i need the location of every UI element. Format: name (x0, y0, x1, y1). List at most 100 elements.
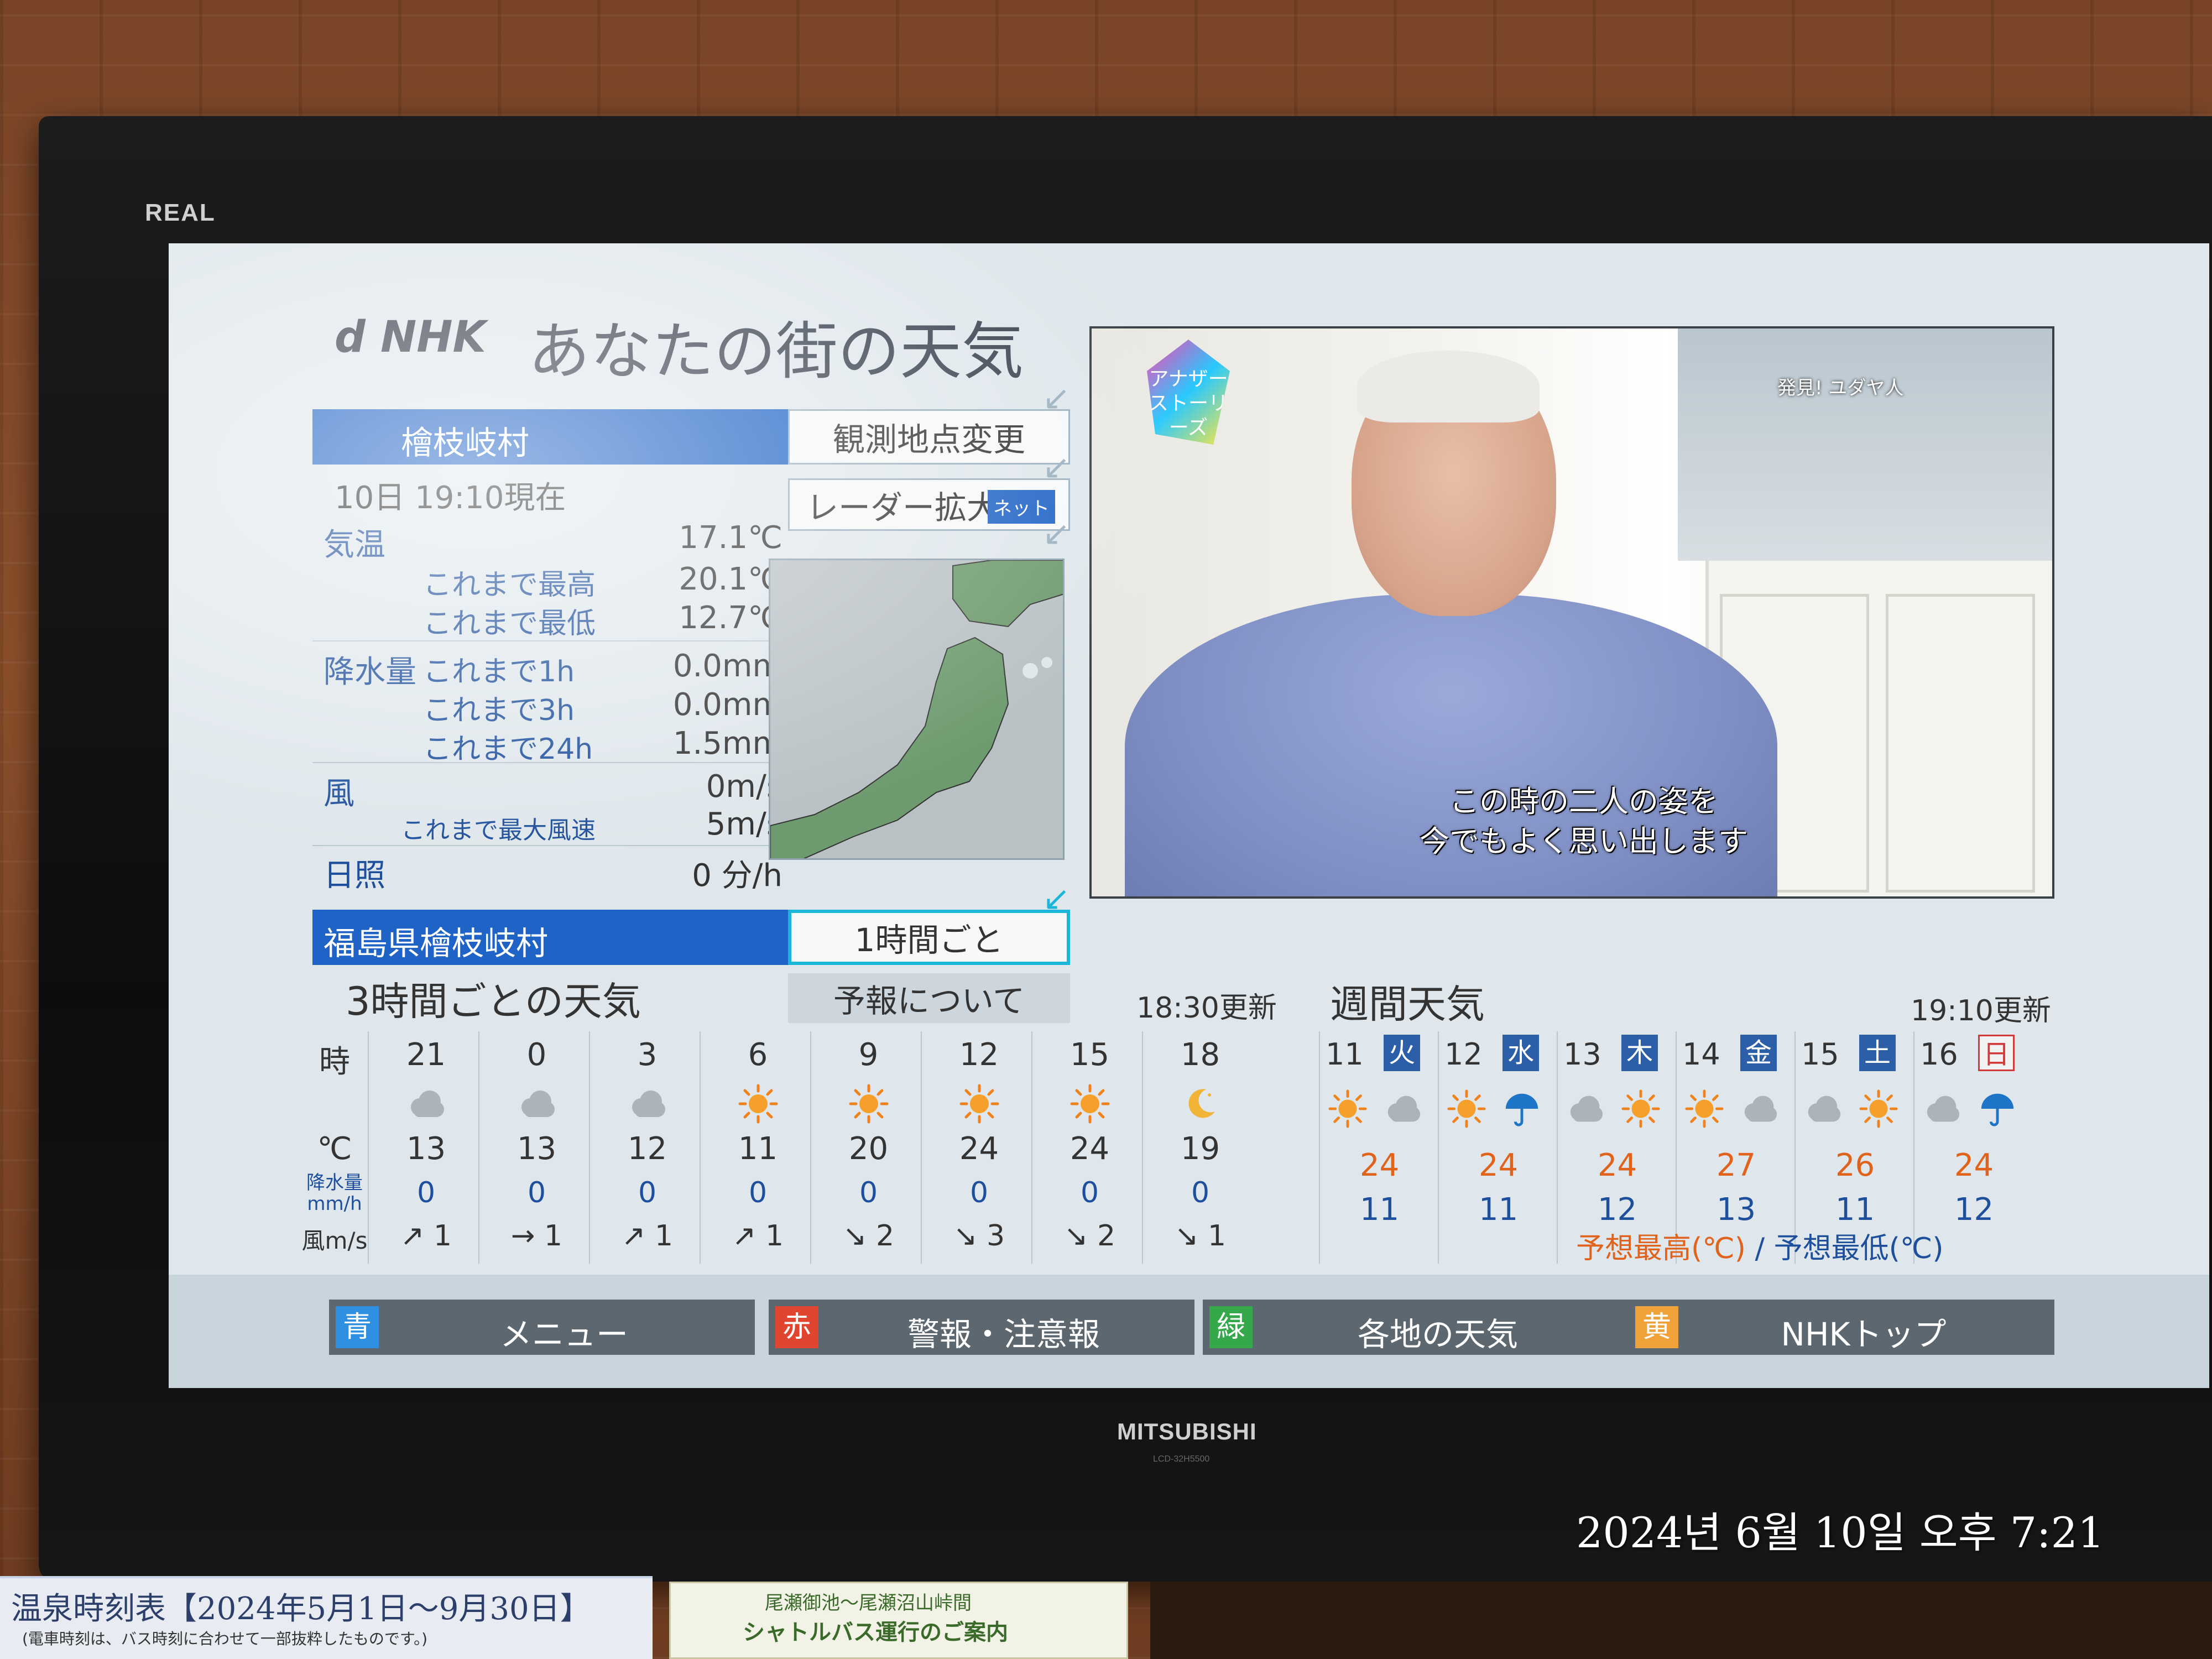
tv-screen: d NHK あなたの街の天気 檜枝岐村 観測地点変更 ↙ レーダー拡大 ネット … (169, 243, 2209, 1388)
sunny-icon (1859, 1089, 1898, 1128)
wind-max-label: これまで最大風速 (401, 816, 596, 844)
hourly-temp: 24 (959, 1131, 999, 1167)
sunshine-block: 日照 0 分/h (312, 846, 794, 894)
hourly-wind-speed: 2 (1097, 1219, 1116, 1253)
about-forecast-button[interactable]: 予報について (788, 973, 1070, 1023)
hourly-column: 15 24 0 ↘ 2 (1031, 1031, 1146, 1264)
program-logo: アナザー ストーリーズ (1147, 340, 1230, 445)
hourly-column: 18 19 0 ↘ 1 (1142, 1031, 1256, 1264)
hourly-precip: 0 (638, 1176, 657, 1209)
hourly-temp: 13 (517, 1131, 557, 1167)
video-window (1678, 328, 2052, 561)
corner-arrow-icon: ↙ (1042, 448, 1071, 487)
hourly-temp: 12 (627, 1131, 667, 1167)
wind-arrow-icon: ↘ (1063, 1219, 1088, 1253)
video-person-hair (1357, 351, 1540, 422)
hourly-column: 12 24 0 ↘ 3 (921, 1031, 1035, 1264)
precip-1h: 0.0mm (672, 648, 782, 684)
weekly-date: 16 (1920, 1037, 1958, 1072)
cloudy-icon (1804, 1089, 1843, 1128)
wind-arrow-icon: → (510, 1219, 535, 1253)
weekly-date: 14 (1682, 1037, 1720, 1072)
temp-max: 20.1℃ (679, 561, 782, 597)
temp-row-label: ℃ (317, 1131, 352, 1167)
hourly-wind: ↗ 1 (369, 1219, 483, 1253)
weekly-dow: 水 (1503, 1035, 1539, 1071)
hourly-wind: ↘ 1 (1143, 1219, 1258, 1253)
radar-zoom-button[interactable]: レーダー拡大 ネット (788, 478, 1070, 531)
nav-button-1[interactable]: 青 メニュー (329, 1300, 755, 1355)
sunny-icon (1685, 1089, 1724, 1128)
hourly-button[interactable]: 1時間ごと (788, 910, 1070, 965)
precip-block: 降水量 これまで1h 0.0mm これまで3h 0.0mm これまで24h 1.… (312, 641, 794, 766)
wind-arrow-icon: ↗ (621, 1219, 646, 1253)
sunny-icon (1621, 1089, 1660, 1128)
nav-color-key: 黄 (1635, 1306, 1678, 1348)
temp-now: 17.1℃ (679, 520, 782, 556)
weekly-date: 11 (1326, 1037, 1364, 1072)
weekly-day: 12 水 24 11 (1438, 1031, 1557, 1264)
precip-1h-label: これまで1h (423, 655, 575, 688)
hourly-hour: 21 (406, 1037, 446, 1073)
umbrella-icon (1503, 1089, 1541, 1128)
hourly-hour: 18 (1180, 1037, 1220, 1073)
cloudy-icon (1566, 1089, 1605, 1128)
sunny-icon (959, 1084, 999, 1124)
station-name: 檜枝岐村 (401, 424, 530, 462)
hourly-precip: 0 (527, 1176, 546, 1209)
weekly-title: 週間天気 (1330, 982, 1485, 1027)
video-panel[interactable]: アナザー ストーリーズ 発見! ユダヤ人 この時の二人の姿を 今でもよく思い出し… (1089, 326, 2054, 899)
hourly-column: 21 13 0 ↗ 1 (368, 1031, 482, 1264)
cloudy-icon (1923, 1089, 1961, 1128)
weekly-date: 15 (1801, 1037, 1839, 1072)
caption-line-1: この時の二人の姿を (1449, 784, 1718, 819)
notice-calligraphy (1150, 1582, 2212, 1659)
sunny-icon (1447, 1089, 1486, 1128)
nav-color-key: 赤 (775, 1306, 818, 1348)
sunny-icon (849, 1084, 889, 1124)
radar-map[interactable] (769, 559, 1065, 860)
video-caption: この時の二人の姿を 今でもよく思い出します (1390, 782, 1777, 862)
wind-arrow-icon: ↗ (732, 1219, 757, 1253)
cloudy-icon (1384, 1089, 1422, 1128)
hourly-temp: 13 (406, 1131, 446, 1167)
cloudy-icon (406, 1084, 446, 1124)
temp-max-label: これまで最高 (423, 568, 596, 602)
temp-min: 12.7℃ (679, 600, 782, 636)
weekly-dow: 火 (1384, 1035, 1420, 1071)
weekly-low: 13 (1716, 1192, 1756, 1228)
wind-arrow-icon: ↘ (953, 1219, 978, 1253)
wind-block: 風 0m/s これまで最大風速 5m/s (312, 763, 794, 846)
nav-button-4[interactable]: 黄 NHKトップ (1629, 1300, 2054, 1355)
hourly-hour: 3 (637, 1037, 658, 1073)
hourly-wind: ↗ 1 (701, 1219, 815, 1253)
corner-arrow-icon: ↙ (1042, 514, 1071, 553)
nav-button-2[interactable]: 赤 警報・注意報 (769, 1300, 1194, 1355)
nav-label: 警報・注意報 (907, 1316, 1100, 1353)
sunny-icon (1328, 1089, 1367, 1128)
hourly-hour: 15 (1070, 1037, 1110, 1073)
weekly-high: 27 (1716, 1147, 1756, 1183)
notice-timetable-title: 温泉時刻表【2024年5月1日〜9月30日】 (11, 1591, 591, 1627)
notice-shuttle-title: 尾瀬御池〜尾瀬沼山峠間 (765, 1592, 972, 1614)
wind-arrow-icon: ↘ (1174, 1219, 1199, 1253)
hourly-wind: → 1 (479, 1219, 594, 1253)
caption-line-2: 今でもよく思い出します (1420, 824, 1748, 859)
nhk-logo: d NHK (335, 312, 486, 362)
hourly-wind-speed: 1 (1208, 1219, 1227, 1253)
hourly-temp: 20 (848, 1131, 889, 1167)
nav-label: 各地の天気 (1357, 1316, 1518, 1353)
hourly-wind-speed: 2 (876, 1219, 895, 1253)
temperature-block: 気温 17.1℃ これまで最高 20.1℃ これまで最低 12.7℃ (312, 514, 794, 641)
prefecture-name: 福島県檜枝岐村 (324, 925, 549, 962)
nav-button-3[interactable]: 緑 各地の天気 (1203, 1300, 1629, 1355)
weekly-dow: 木 (1621, 1035, 1658, 1071)
precip-3h-label: これまで3h (423, 694, 575, 727)
weekly-dow: 日 (1978, 1035, 2015, 1071)
change-station-button[interactable]: 観測地点変更 (788, 409, 1070, 465)
weekly-low: 11 (1835, 1192, 1875, 1228)
hourly-title: 3時間ごとの天気 (346, 979, 641, 1024)
hourly-hour: 9 (858, 1037, 879, 1073)
hourly-column: 6 11 0 ↗ 1 (700, 1031, 814, 1264)
tv-brand-bottom: MITSUBISHI (1117, 1418, 1257, 1444)
